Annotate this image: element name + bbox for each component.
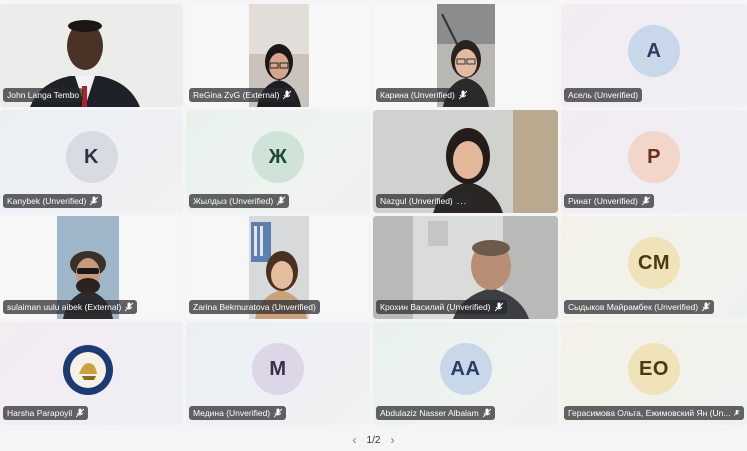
participant-name-tag: Nazgul (Unverified) ... [376,194,472,208]
participant-name: Abdulaziz Nasser Albalam [380,408,479,418]
participant-name-tag: Ринат (Unverified) [564,194,654,208]
participant-avatar: CM [628,237,680,290]
participant-name: Герасимова Ольга, Ежимовский Ян (Un... [568,408,731,418]
chevron-left-icon[interactable]: ‹ [353,433,357,447]
participant-name-tag: Жылдыз (Unverified) [189,194,290,208]
participant-name-tag: John Langa Tembo [3,88,84,102]
organization-logo [63,345,113,395]
participant-tile-6[interactable]: Ж Жылдыз (Unverified) [186,110,370,213]
pagination: ‹ 1/2 › [0,431,747,449]
participant-tile-8[interactable]: P Ринат (Unverified) [561,110,747,213]
mic-off-icon [494,302,503,312]
participant-name-tag: Медина (Unverified) [189,406,287,420]
participant-name-tag: Герасимова Ольга, Ежимовский Ян (Un... [564,406,744,420]
participant-tile-11[interactable]: Крохин Василий (Unverified) [373,216,558,319]
participant-avatar: M [252,343,304,396]
participant-name-tag: Kanybek (Unverified) [3,194,103,208]
page-indicator: 1/2 [366,434,381,446]
participant-name: sulaiman uulu aibek (External) [7,302,122,312]
participant-name: John Langa Tembo [7,90,80,100]
participant-name: Асель (Unverified) [568,90,639,100]
participant-name: Жылдыз (Unverified) [193,196,274,206]
participant-name: Harsha Parapoyil [7,408,73,418]
participant-tile-9[interactable]: sulaiman uulu aibek (External) [0,216,183,319]
mic-off-icon [734,409,740,416]
participant-name-tag: Harsha Parapoyil [3,406,89,420]
participant-avatar: AA [439,343,492,396]
participant-name: Nazgul (Unverified) [380,196,453,206]
participant-tile-1[interactable]: John Langa Tembo [0,4,183,107]
participant-tile-3[interactable]: Карина (Unverified) [373,4,558,107]
mic-off-icon [274,408,283,418]
mic-off-icon [277,196,286,206]
participant-tile-10[interactable]: Zarina Bekmuratova (Unverified) [186,216,370,319]
participant-tile-13[interactable]: Harsha Parapoyil [0,322,183,425]
mic-off-icon [76,408,85,418]
participant-name-tag: Асель (Unverified) [564,88,643,102]
participant-name-tag: Zarina Bekmuratova (Unverified) [189,300,320,314]
video-grid: John Langa Tembo ReGina ZvG (External) К… [0,4,747,428]
participant-name: Медина (Unverified) [193,408,271,418]
participant-tile-4[interactable]: A Асель (Unverified) [561,4,747,107]
participant-name: Kanybek (Unverified) [7,196,87,206]
participant-name: Сыдыков Майрамбек (Unverified) [568,302,699,312]
mic-off-icon [458,90,467,100]
participant-tile-7[interactable]: Nazgul (Unverified) ... [373,110,558,213]
participant-tile-5[interactable]: K Kanybek (Unverified) [0,110,183,213]
participant-tile-16[interactable]: EO Герасимова Ольга, Ежимовский Ян (Un..… [561,322,747,425]
mic-off-icon [641,196,650,206]
participant-name-tag: Карина (Unverified) [376,88,471,102]
chevron-right-icon[interactable]: › [390,433,394,447]
participant-name: Крохин Василий (Unverified) [380,302,491,312]
participant-tile-12[interactable]: CM Сыдыков Майрамбек (Unverified) [561,216,747,319]
mic-off-icon [90,196,99,206]
participant-name-tag: Крохин Василий (Unverified) [376,300,507,314]
more-options-icon[interactable]: ... [457,194,468,208]
participant-tile-15[interactable]: AA Abdulaziz Nasser Albalam [373,322,558,425]
mic-off-icon [702,302,711,312]
participant-name-tag: ReGina ZvG (External) [189,88,296,102]
participant-name: Zarina Bekmuratova (Unverified) [193,302,316,312]
participant-name: Ринат (Unverified) [568,196,638,206]
participant-avatar: P [628,131,680,184]
participant-name-tag: Сыдыков Майрамбек (Unverified) [564,300,715,314]
participant-avatar: K [65,131,118,184]
mic-off-icon [125,302,134,312]
mic-off-icon [283,90,292,100]
participant-tile-2[interactable]: ReGina ZvG (External) [186,4,370,107]
participant-name-tag: sulaiman uulu aibek (External) [3,300,138,314]
participant-tile-14[interactable]: M Медина (Unverified) [186,322,370,425]
participant-avatar: A [628,25,680,78]
participant-name: Карина (Unverified) [380,90,455,100]
participant-name: ReGina ZvG (External) [193,90,280,100]
participant-name-tag: Abdulaziz Nasser Albalam [376,406,495,420]
mic-off-icon [482,408,491,418]
participant-avatar: Ж [252,131,304,184]
participant-avatar: EO [628,343,680,396]
